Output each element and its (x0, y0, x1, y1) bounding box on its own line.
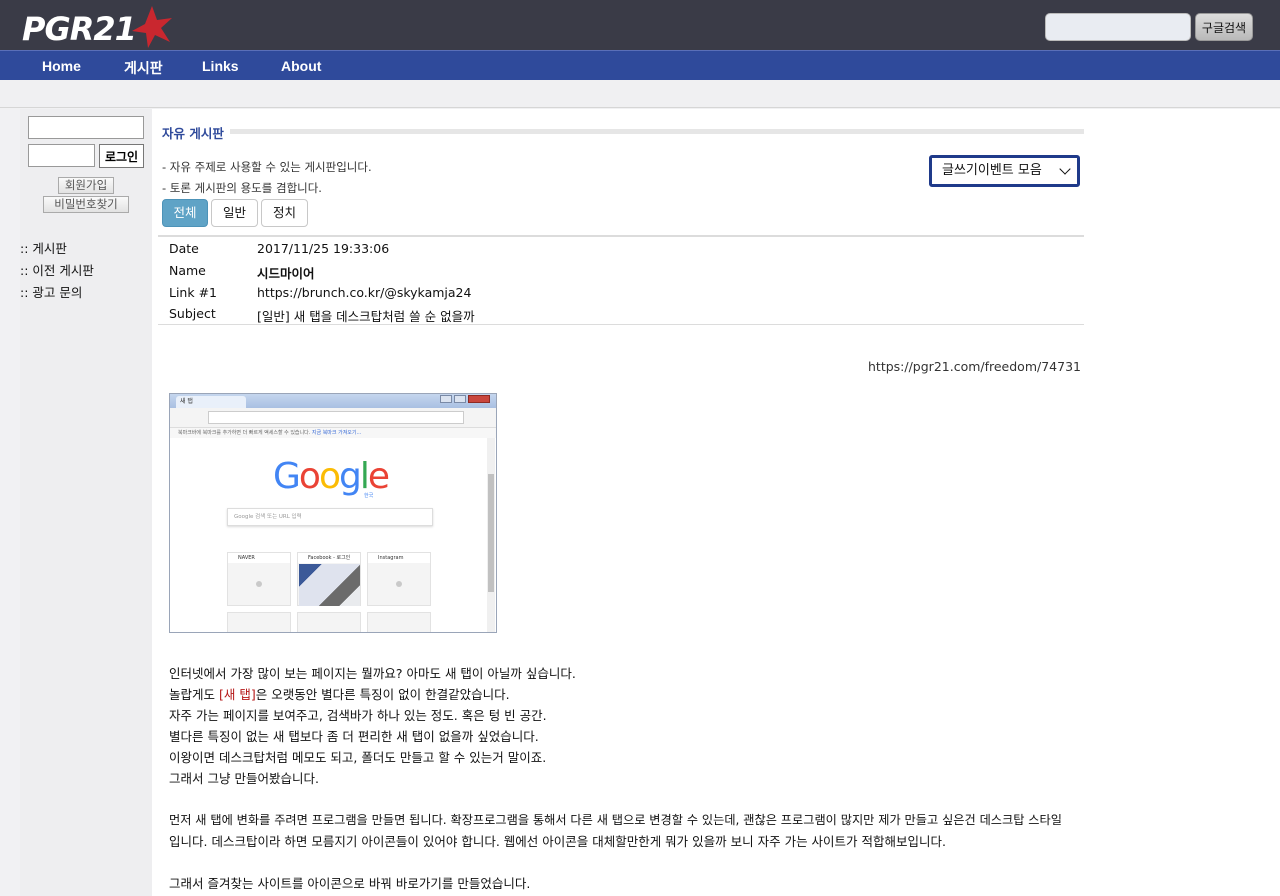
meta-divider-bottom (158, 324, 1084, 325)
post-link[interactable]: https://brunch.co.kr/@skykamja24 (257, 285, 471, 300)
sub-bar (0, 80, 1280, 108)
post-body-line-1: 인터넷에서 가장 많이 보는 페이지는 뭘까요? 아마도 새 탭이 아닐까 싶습… (169, 666, 576, 681)
sidebar-link-board[interactable]: :: 게시판 (20, 238, 67, 257)
image-tile-empty-1 (227, 612, 291, 632)
login-button[interactable]: 로그인 (99, 144, 144, 168)
nav-about[interactable]: About (281, 58, 321, 74)
meta-divider-top (158, 235, 1084, 237)
nav-home[interactable]: Home (42, 58, 81, 74)
image-minimize-icon (440, 395, 452, 403)
title-divider (230, 129, 1084, 134)
category-tab-general[interactable]: 일반 (211, 199, 258, 227)
post-body-line-2: 놀랍게도 [새 탭]은 오랫동안 별다른 특징이 없이 한결같았습니다. (169, 687, 510, 702)
image-tab: 새 탭 (176, 396, 246, 408)
new-tab-highlight: [새 탭] (218, 687, 256, 702)
google-search-button[interactable]: 구글검색 (1195, 13, 1253, 41)
image-tile-facebook: Facebook - 로그인 (297, 552, 361, 606)
image-tile-empty-2 (297, 612, 361, 632)
nav-board[interactable]: 게시판 (124, 58, 163, 78)
nav-links[interactable]: Links (202, 58, 239, 74)
category-tab-politics[interactable]: 정치 (261, 199, 308, 227)
event-collection-select[interactable]: 글쓰기이벤트 모음 (929, 155, 1080, 187)
chevron-down-icon (1059, 163, 1071, 175)
meta-label-link: Link #1 (169, 285, 217, 300)
image-tile-instagram: Instagram (367, 552, 431, 606)
post-body-line-5: 이왕이면 데스크탑처럼 메모도 되고, 폴더도 만들고 할 수 있는거 말이죠. (169, 750, 547, 765)
image-google-region: 한국 (364, 493, 374, 499)
post-permalink[interactable]: https://pgr21.com/freedom/74731 (868, 359, 1081, 374)
logo-text: PGR21 (22, 10, 137, 48)
image-tile-naver: NAVER (227, 552, 291, 606)
post-body-line-4: 별다른 특징이 없는 새 탭보다 좀 더 편리한 새 탭이 없을까 싶었습니다. (169, 729, 539, 744)
image-google-logo: Google (273, 456, 390, 497)
sidebar-link-ad-inquiry[interactable]: :: 광고 문의 (20, 282, 82, 301)
main-nav: Home 게시판 Links About (0, 50, 1280, 80)
event-select-value: 글쓰기이벤트 모음 (942, 163, 1042, 178)
top-header: PGR21 구글검색 (0, 0, 1280, 50)
post-body-line-8: 입니다. 데스크탑이라 하면 모름지기 아이콘들이 있어야 합니다. 웹에선 아… (169, 834, 946, 849)
board-title[interactable]: 자유 게시판 (162, 123, 224, 142)
image-browser-titlebar: 새 탭 (170, 394, 496, 408)
image-address-box (208, 411, 464, 424)
post-image-new-tab-screenshot: 새 탭 북마크바에 북마크를 추가하면 더 빠르게 액세스할 수 있습니다. 지… (169, 393, 497, 633)
category-tab-all[interactable]: 전체 (162, 199, 208, 227)
image-google-search-box: Google 검색 또는 URL 입력 (227, 508, 433, 526)
image-facebook-thumbnail (299, 564, 360, 606)
board-description-2: - 토론 게시판의 용도를 겸합니다. (162, 181, 322, 195)
image-tile-empty-3 (367, 612, 431, 632)
image-bookmarks-link: 지금 북마크 가져오기... (311, 430, 362, 436)
password-input[interactable] (28, 144, 95, 167)
find-password-button[interactable]: 비밀번호찾기 (43, 196, 129, 213)
image-scrollbar-thumb (488, 474, 494, 592)
signup-button[interactable]: 회원가입 (58, 177, 114, 194)
user-id-input[interactable] (28, 116, 144, 139)
sidebar-link-old-board[interactable]: :: 이전 게시판 (20, 260, 94, 279)
post-subject: [일반] 새 탭을 데스크탑처럼 쓸 순 없을까 (257, 309, 475, 324)
meta-label-date: Date (169, 241, 199, 256)
post-body-line-9: 그래서 즐겨찾는 사이트를 아이콘으로 바꿔 바로가기를 만들었습니다. (169, 876, 531, 891)
post-body-line-7: 먼저 새 탭에 변화를 주려면 프로그램을 만들면 됩니다. 확장프로그램을 통… (169, 813, 1062, 827)
search-input[interactable] (1045, 13, 1191, 41)
post-author[interactable]: 시드마이어 (257, 263, 315, 282)
image-bookmarks-text: 북마크바에 북마크를 추가하면 더 빠르게 액세스할 수 있습니다. (178, 430, 311, 436)
board-description-1: - 자유 주제로 사용할 수 있는 게시판입니다. (162, 160, 372, 174)
left-sidebar (20, 109, 152, 896)
image-address-bar (170, 408, 496, 428)
image-close-icon (468, 395, 490, 403)
meta-label-name: Name (169, 263, 206, 278)
site-logo[interactable]: PGR21 (22, 4, 172, 48)
post-date: 2017/11/25 19:33:06 (257, 241, 390, 256)
post-body-line-6: 그래서 그냥 만들어봤습니다. (169, 771, 319, 786)
post-body-line-3: 자주 가는 페이지를 보여주고, 검색바가 하나 있는 정도. 혹은 텅 빈 공… (169, 708, 547, 723)
meta-label-subject: Subject (169, 306, 216, 321)
logo-star-icon (132, 6, 172, 48)
image-maximize-icon (454, 395, 466, 403)
image-bookmarks-bar: 북마크바에 북마크를 추가하면 더 빠르게 액세스할 수 있습니다. 지금 북마… (170, 428, 496, 438)
